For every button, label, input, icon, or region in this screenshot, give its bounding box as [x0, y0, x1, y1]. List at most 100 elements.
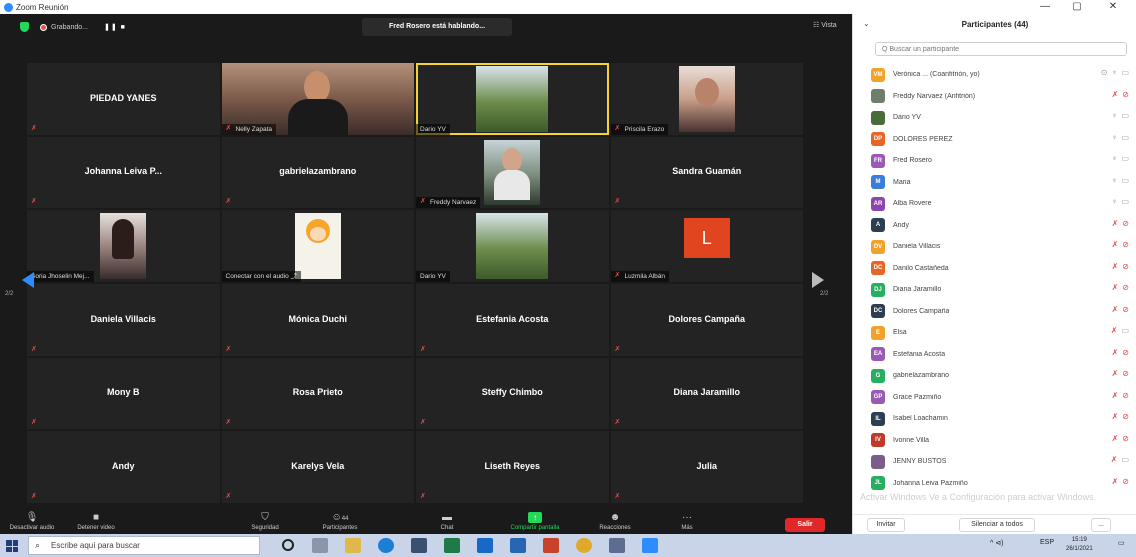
participant-row[interactable]: Freddy Narvaez (Anfitrión) ✗ ⊘ [871, 86, 1135, 108]
next-page-arrow-icon[interactable] [812, 272, 824, 288]
participant-row[interactable]: EA Estefania Acosta ✗ ⊘ [871, 344, 1135, 366]
muted-mic-icon[interactable]: ✗ [1112, 412, 1119, 421]
video-tile[interactable]: Johanna Leiva P... ✗ [27, 136, 220, 209]
video-tile[interactable]: Sandra Guamán ✗ [610, 136, 803, 209]
panel-more-button[interactable]: ... [1091, 518, 1111, 532]
video-tile[interactable]: gabrielazambrano ✗ [221, 136, 414, 209]
participant-row[interactable]: DC Dolores Campaña ✗ ⊘ [871, 301, 1135, 323]
mic-icon[interactable]: ♆ [1111, 154, 1117, 163]
video-tile[interactable]: Dario YV [416, 63, 609, 135]
video-tile[interactable]: Freddy Narvaez ✗ [416, 136, 609, 209]
participant-row[interactable]: Ggabrielazambrano ✗ ⊘ [871, 365, 1135, 387]
participant-row[interactable]: VM Verónica ... (Coanfitrión, yo) ⊙ ♆ ▭ [871, 64, 1135, 86]
muted-mic-icon[interactable]: ✗ [1112, 219, 1119, 228]
video-tile[interactable]: Dolores Campaña ✗ [610, 283, 803, 356]
muted-mic-icon[interactable]: ✗ [1112, 90, 1119, 99]
close-button[interactable]: ✕ [1098, 0, 1128, 14]
prev-page-arrow-icon[interactable] [22, 272, 34, 288]
video-tile[interactable]: Rosa Prieto ✗ [221, 357, 414, 430]
encryption-shield-icon[interactable] [20, 22, 29, 32]
video-tile[interactable]: Estefania Acosta ✗ [416, 283, 609, 356]
recording-controls[interactable]: ❚❚ ■ [104, 23, 126, 31]
mic-icon[interactable]: ♆ [1111, 197, 1117, 206]
taskbar-clock[interactable]: 15:19 26/1/2021 [1066, 536, 1093, 554]
system-tray-icons[interactable]: ^ ⊲) [990, 539, 1003, 547]
mic-icon[interactable]: ♆ [1111, 176, 1117, 185]
mic-icon[interactable]: ♆ [1111, 111, 1117, 120]
muted-mic-icon[interactable]: ✗ [1112, 305, 1119, 314]
video-tile[interactable]: Mónica Duchi ✗ [221, 283, 414, 356]
language-indicator[interactable]: ESP [1040, 539, 1054, 546]
mail-icon[interactable] [477, 538, 493, 553]
video-tile[interactable]: Diana Jaramillo ✗ [610, 357, 803, 430]
video-tile[interactable]: Karelys Vela ✗ [221, 431, 414, 503]
tile-participant-name: Daniela Villacis [90, 313, 156, 324]
maximize-button[interactable]: ▢ [1062, 0, 1092, 14]
muted-mic-icon[interactable]: ✗ [1111, 455, 1118, 464]
participant-row[interactable]: DV Daniela Villacis ✗ ⊘ [871, 236, 1135, 258]
powerpoint-icon[interactable] [543, 538, 559, 553]
video-tile[interactable]: Liseth Reyes ✗ [416, 431, 609, 503]
participant-row[interactable]: M Maria ♆ ▭ [871, 172, 1135, 194]
teams-icon[interactable] [609, 538, 625, 553]
invite-button[interactable]: Invitar [867, 518, 905, 532]
participant-row[interactable]: IL Isabel Loachamin ✗ ⊘ [871, 408, 1135, 430]
participant-avatar: DP [871, 132, 885, 147]
participant-row[interactable]: JENNY BUSTOS ✗ ▭ [871, 451, 1135, 473]
mute-all-button[interactable]: Silenciar a todos [959, 518, 1035, 532]
participant-row[interactable]: GP Grace Pazmiño ✗ ⊘ [871, 387, 1135, 409]
video-tile[interactable]: Dario YV [416, 210, 609, 282]
muted-mic-icon: ✗ [614, 198, 621, 206]
windows-start-icon[interactable] [6, 540, 18, 552]
muted-mic-icon[interactable]: ✗ [1112, 369, 1119, 378]
video-tile[interactable]: Nelly Zapata ✗ [221, 63, 414, 135]
store-icon[interactable] [411, 538, 427, 553]
chrome-icon[interactable] [576, 538, 592, 553]
mic-icon[interactable]: ♆ [1111, 133, 1117, 142]
leave-button[interactable]: Salir [785, 518, 825, 532]
participant-row[interactable]: DP DOLORES PEREZ ♆ ▭ [871, 129, 1135, 151]
muted-mic-icon[interactable]: ✗ [1112, 348, 1119, 357]
video-tile[interactable]: Conectar con el audio ⤴ [221, 210, 414, 282]
video-tile[interactable]: L Luzmila Albán ✗ [610, 210, 803, 282]
view-button[interactable]: ☷ Vista [813, 21, 837, 29]
mic-icon[interactable]: ♆ [1111, 68, 1117, 77]
muted-mic-icon[interactable]: ✗ [1112, 240, 1119, 249]
muted-mic-icon[interactable]: ✗ [1112, 477, 1119, 486]
word-icon[interactable] [510, 538, 526, 553]
muted-mic-icon[interactable]: ✗ [1111, 326, 1118, 335]
video-tile[interactable]: Daniela Villacis ✗ [27, 283, 220, 356]
video-tile[interactable]: Priscila Erazo ✗ [610, 63, 803, 135]
participant-row[interactable]: FR Fred Rosero ♆ ▭ [871, 150, 1135, 172]
zoom-taskbar-icon[interactable] [642, 538, 658, 553]
video-tile[interactable]: Soria Jhoselin Mej... [27, 210, 220, 282]
muted-mic-icon[interactable]: ✗ [1112, 283, 1119, 292]
muted-mic-icon[interactable]: ✗ [1112, 262, 1119, 271]
file-explorer-icon[interactable] [345, 538, 361, 553]
muted-mic-icon[interactable]: ✗ [1112, 391, 1119, 400]
participant-status-icons: ♆ ▭ [1107, 154, 1129, 163]
participant-row[interactable]: DJ Diana Jaramillo ✗ ⊘ [871, 279, 1135, 301]
muted-mic-icon[interactable]: ✗ [1112, 434, 1119, 443]
cortana-icon[interactable] [282, 539, 294, 551]
participant-row[interactable]: IV Ivonne Villa ✗ ⊘ [871, 430, 1135, 452]
participant-search-input[interactable] [875, 42, 1127, 56]
video-tile[interactable]: Mony B ✗ [27, 357, 220, 430]
video-tile[interactable]: PIEDAD YANES ✗ [27, 63, 220, 135]
taskbar-search-box[interactable]: ⌕ Escribe aquí para buscar [28, 536, 260, 555]
participant-row[interactable]: Dario YV ♆ ▭ [871, 107, 1135, 129]
participant-list: VM Verónica ... (Coanfitrión, yo) ⊙ ♆ ▭ Fredd… [871, 64, 1135, 494]
participant-row[interactable]: A Andy ✗ ⊘ [871, 215, 1135, 237]
edge-browser-icon[interactable] [378, 538, 394, 553]
excel-icon[interactable] [444, 538, 460, 553]
notifications-icon[interactable]: ▭ [1118, 539, 1125, 547]
video-tile[interactable]: Julia ✗ [610, 431, 803, 503]
participant-row[interactable]: DC Danilo Castañeda ✗ ⊘ [871, 258, 1135, 280]
video-tile[interactable]: Andy ✗ [27, 431, 220, 503]
participant-row[interactable]: JL Johanna Leiva Pazmiño ✗ ⊘ [871, 473, 1135, 495]
participant-row[interactable]: E Elsa ✗ ▭ [871, 322, 1135, 344]
task-view-icon[interactable] [312, 538, 328, 553]
participant-row[interactable]: AR Alba Rovere ♆ ▭ [871, 193, 1135, 215]
video-tile[interactable]: Steffy Chimbo ✗ [416, 357, 609, 430]
minimize-button[interactable]: — [1030, 0, 1060, 14]
